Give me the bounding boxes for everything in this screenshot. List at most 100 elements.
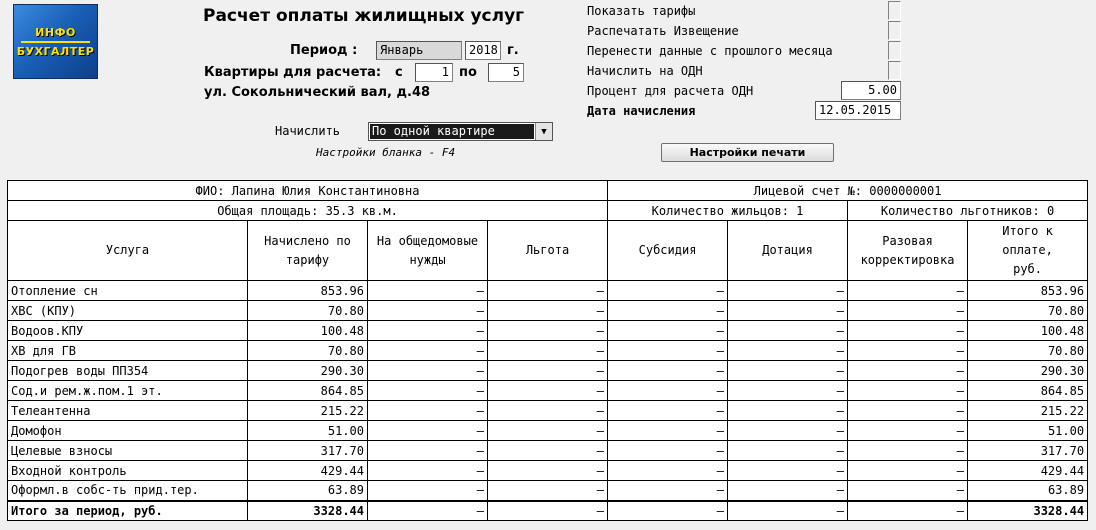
cell-benefit: – xyxy=(486,380,609,401)
cell-service: Домофон xyxy=(7,420,248,441)
year-suffix: г. xyxy=(507,43,519,58)
cell-common: – xyxy=(367,400,488,421)
cell-common: – xyxy=(367,380,488,401)
table-row: Подогрев воды ПП354 290.30– – – – –290.30 xyxy=(7,360,1089,381)
table-row: ХВ для ГВ 70.80– – – – –70.80 xyxy=(7,340,1089,361)
charge-date-field[interactable]: 12.05.2015 xyxy=(815,101,901,120)
apartment-to-field[interactable]: 5 xyxy=(488,63,524,82)
show-tariffs-label: Показать тарифы xyxy=(587,4,696,18)
col-correction: Разовая корректировка xyxy=(847,220,969,281)
cell-total: 70.80 xyxy=(967,340,1089,361)
cell-common: – xyxy=(367,320,488,341)
cell-correction: – xyxy=(847,340,969,361)
cell-tariff: 290.30 xyxy=(247,360,368,381)
cell-total: 100.48 xyxy=(967,320,1089,341)
cell-total: 3328.44 xyxy=(967,499,1089,521)
table-row: Целевые взносы 317.70– – – – –317.70 xyxy=(7,440,1089,461)
cell-subsidy: – xyxy=(607,420,729,441)
apartment-from-field[interactable]: 1 xyxy=(415,63,453,82)
carry-data-checkbox[interactable] xyxy=(888,41,901,60)
cell-correction: – xyxy=(847,499,969,521)
cell-tariff: 3328.44 xyxy=(247,499,368,521)
cell-subsidy: – xyxy=(607,320,729,341)
charge-odn-checkbox[interactable] xyxy=(888,61,901,80)
cell-common: – xyxy=(367,460,488,481)
col-service: Услуга xyxy=(7,220,248,281)
calc-mode-select[interactable]: По одной квартире ▼ xyxy=(368,122,553,141)
col-common: На общедомовые нужды xyxy=(367,220,488,281)
totals-row: Итого за период, руб. 3328.44– – – – –3328.44 xyxy=(7,499,1089,521)
cell-correction: – xyxy=(847,420,969,441)
cell-total: 51.00 xyxy=(967,420,1089,441)
calc-mode-value: По одной квартире xyxy=(370,124,534,139)
cell-benefit: – xyxy=(486,280,609,301)
print-notice-checkbox[interactable] xyxy=(888,21,901,40)
cell-grant: – xyxy=(727,300,849,321)
cell-service: Оформл.в собс-ть прид.тер. xyxy=(7,480,248,501)
cell-grant: – xyxy=(727,480,849,501)
odn-percent-field[interactable]: 5.00 xyxy=(841,81,901,100)
cell-service: Итого за период, руб. xyxy=(7,499,248,521)
cell-benefit: – xyxy=(486,440,609,461)
cell-grant: – xyxy=(727,320,849,341)
cell-correction: – xyxy=(847,400,969,421)
carry-data-label: Перенести данные с прошлого месяца xyxy=(587,44,833,58)
col-subsidy: Субсидия xyxy=(607,220,729,281)
cell-benefit: – xyxy=(486,420,609,441)
residents-count: Количество жильцов: 1 xyxy=(607,200,849,221)
table-row: Сод.и рем.ж.пом.1 эт. 864.85– – – – –864.85 xyxy=(7,380,1089,401)
show-tariffs-checkbox[interactable] xyxy=(888,1,901,20)
cell-service: ХВ для ГВ xyxy=(7,340,248,361)
cell-service: Целевые взносы xyxy=(7,440,248,461)
cell-service: Входной контроль xyxy=(7,460,248,481)
cell-tariff: 100.48 xyxy=(247,320,368,341)
cell-grant: – xyxy=(727,499,849,521)
cell-tariff: 70.80 xyxy=(247,300,368,321)
cell-total: 864.85 xyxy=(967,380,1089,401)
cell-correction: – xyxy=(847,460,969,481)
cell-correction: – xyxy=(847,440,969,461)
table-row: Водоов.КПУ 100.48– – – – –100.48 xyxy=(7,320,1089,341)
cell-benefit: – xyxy=(486,480,609,501)
cell-total: 317.70 xyxy=(967,440,1089,461)
cell-subsidy: – xyxy=(607,400,729,421)
cell-subsidy: – xyxy=(607,380,729,401)
cell-benefit: – xyxy=(486,340,609,361)
calc-mode-label: Начислить xyxy=(275,124,341,138)
account-number: Лицевой счет №: 0000000001 xyxy=(607,180,1089,201)
cell-tariff: 864.85 xyxy=(247,380,368,401)
cell-benefit: – xyxy=(486,320,609,341)
cell-subsidy: – xyxy=(607,480,729,501)
cell-tariff: 63.89 xyxy=(247,480,368,501)
cell-total: 429.44 xyxy=(967,460,1089,481)
cell-common: – xyxy=(367,440,488,461)
cell-subsidy: – xyxy=(607,440,729,461)
period-label: Период : xyxy=(290,43,358,58)
period-year-field[interactable]: 2018 xyxy=(465,41,501,60)
cell-total: 70.80 xyxy=(967,300,1089,321)
table-row: Телеантенна 215.22– – – – –215.22 xyxy=(7,400,1089,421)
cell-service: ХВС (КПУ) xyxy=(7,300,248,321)
cell-grant: – xyxy=(727,460,849,481)
chevron-down-icon[interactable]: ▼ xyxy=(535,123,552,140)
cell-correction: – xyxy=(847,360,969,381)
cell-common: – xyxy=(367,340,488,361)
cell-correction: – xyxy=(847,380,969,401)
cell-correction: – xyxy=(847,280,969,301)
cell-grant: – xyxy=(727,400,849,421)
apartments-to-label: по xyxy=(459,65,477,80)
cell-common: – xyxy=(367,499,488,521)
cell-tariff: 51.00 xyxy=(247,420,368,441)
tenant-name: ФИО: Лапина Юлия Константиновна xyxy=(6,180,609,201)
cell-total: 290.30 xyxy=(967,360,1089,381)
period-month-field[interactable]: Январь xyxy=(376,41,462,60)
cell-grant: – xyxy=(727,360,849,381)
cell-grant: – xyxy=(727,380,849,401)
cell-service: Сод.и рем.ж.пом.1 эт. xyxy=(7,380,248,401)
cell-common: – xyxy=(367,300,488,321)
cell-total: 853.96 xyxy=(967,280,1089,301)
print-settings-button[interactable]: Настройки печати xyxy=(661,143,834,162)
charge-date-label: Дата начисления xyxy=(587,104,696,118)
cell-total: 215.22 xyxy=(967,400,1089,421)
cell-benefit: – xyxy=(486,499,609,521)
